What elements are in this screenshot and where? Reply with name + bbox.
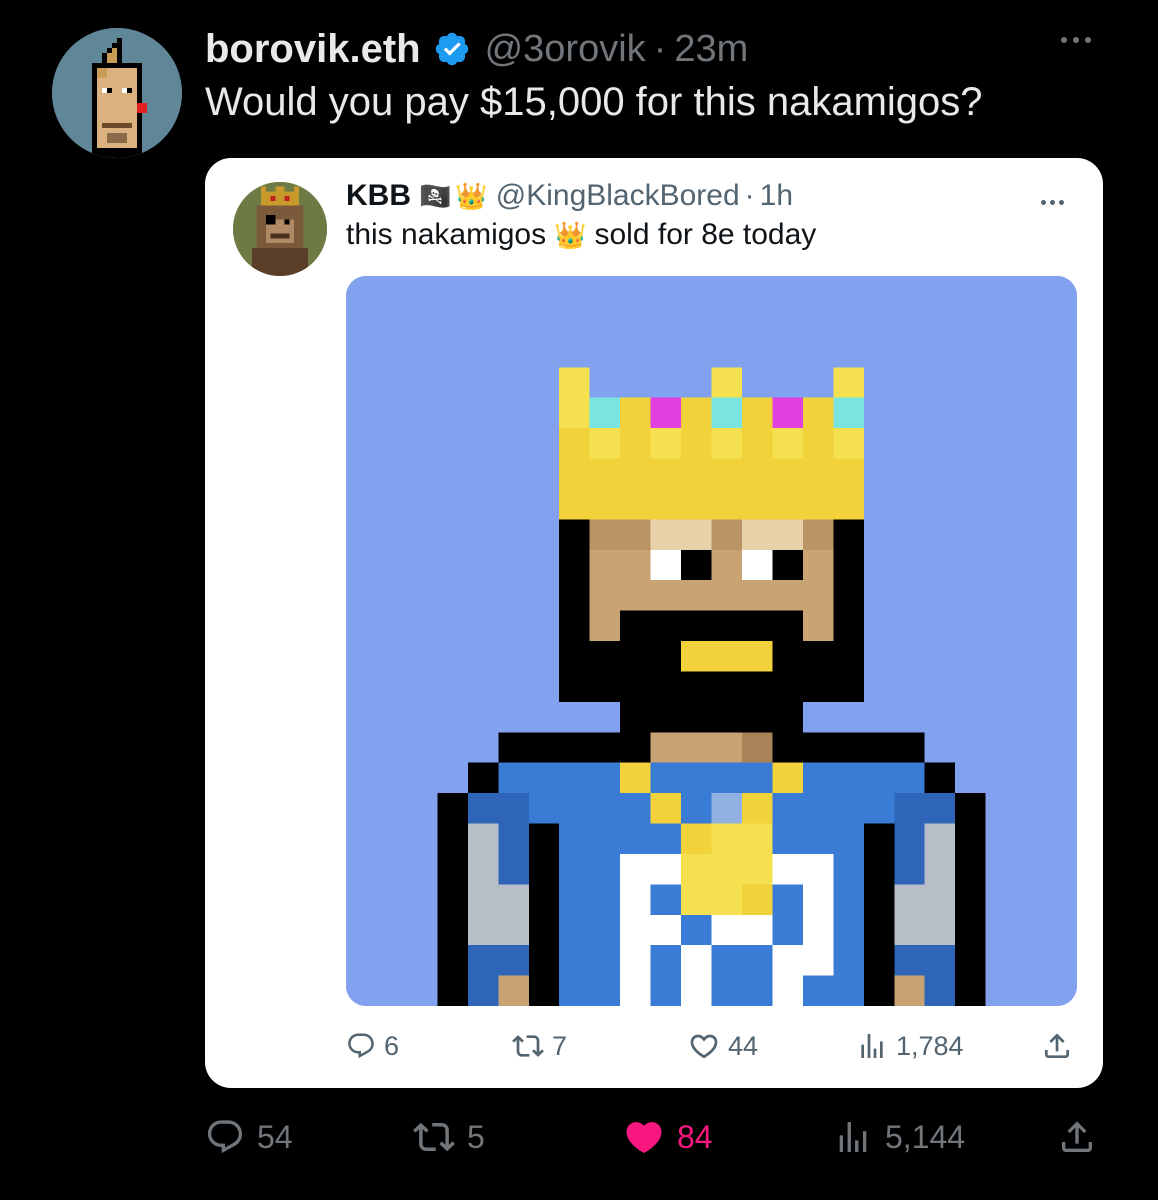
repost-button[interactable]: 5: [413, 1112, 485, 1162]
author-avatar[interactable]: [52, 28, 182, 158]
author-handle[interactable]: @3orovik: [485, 28, 646, 71]
quoted-handle[interactable]: @KingBlackBored: [496, 179, 740, 213]
quoted-more-icon[interactable]: [1039, 192, 1066, 210]
header-separator: ·: [653, 27, 667, 70]
tweet-action-bar: 54 5 84 5,144: [205, 1112, 1103, 1162]
quoted-separator: ·: [744, 179, 755, 212]
reply-button[interactable]: 54: [205, 1112, 293, 1162]
quoted-tweet-text: this nakamigos 👑 sold for 8e today: [346, 218, 816, 252]
quoted-repost-count: 7: [552, 1030, 568, 1061]
author-display-name[interactable]: borovik.eth: [205, 27, 421, 72]
quoted-reply-button[interactable]: 6: [346, 1024, 399, 1068]
quoted-text-before: this nakamigos: [346, 218, 547, 251]
share-button[interactable]: [1057, 1112, 1109, 1162]
more-options-icon[interactable]: [1058, 30, 1102, 50]
quoted-views-button[interactable]: 1,784: [856, 1024, 964, 1068]
quoted-display-name[interactable]: KBB: [346, 179, 411, 213]
quoted-author-avatar[interactable]: [233, 182, 327, 276]
pirate-flag-icon: 🏴‍☠️: [419, 180, 452, 211]
quoted-view-count: 1,784: [896, 1030, 964, 1061]
repost-icon: [413, 1122, 455, 1152]
quoted-tweet-header: KBB 🏴‍☠️ 👑 @KingBlackBored · 1h: [346, 176, 793, 216]
reply-icon: [207, 1120, 243, 1154]
crown-icon: 👑: [455, 180, 488, 211]
verified-badge-icon: [433, 30, 471, 68]
tweet-timestamp[interactable]: 23m: [674, 28, 748, 71]
views-button[interactable]: 5,144: [833, 1112, 965, 1162]
share-icon: [1045, 1033, 1069, 1058]
heart-filled-icon: [626, 1122, 662, 1154]
tweet-text: Would you pay $15,000 for this nakamigos…: [205, 80, 983, 124]
quoted-action-bar: 6 7 44 1,784: [346, 1024, 1077, 1068]
views-icon: [861, 1034, 883, 1058]
quoted-tweet-card[interactable]: KBB 🏴‍☠️ 👑 @KingBlackBored · 1h this nak…: [205, 158, 1103, 1088]
reply-icon: [348, 1033, 374, 1059]
like-button[interactable]: 84: [623, 1112, 713, 1162]
quoted-like-count: 44: [728, 1030, 759, 1061]
quoted-timestamp[interactable]: 1h: [760, 179, 793, 213]
quoted-reply-count: 6: [384, 1030, 400, 1061]
nft-image[interactable]: [346, 276, 1077, 1006]
heart-outline-icon: [690, 1034, 718, 1059]
views-icon: [839, 1122, 867, 1152]
tweet-header: borovik.eth @3orovik · 23m: [205, 24, 748, 74]
share-icon: [1062, 1121, 1092, 1152]
repost-count: 5: [467, 1118, 485, 1155]
quoted-like-button[interactable]: 44: [688, 1024, 758, 1068]
view-count: 5,144: [885, 1118, 966, 1155]
reply-count: 54: [257, 1118, 293, 1155]
quoted-share-button[interactable]: [1041, 1024, 1081, 1068]
quoted-text-after: sold for 8e today: [594, 218, 817, 251]
like-count: 84: [677, 1118, 713, 1155]
quoted-repost-button[interactable]: 7: [512, 1024, 567, 1068]
crown-icon: 👑: [554, 219, 587, 250]
repost-icon: [512, 1035, 544, 1057]
